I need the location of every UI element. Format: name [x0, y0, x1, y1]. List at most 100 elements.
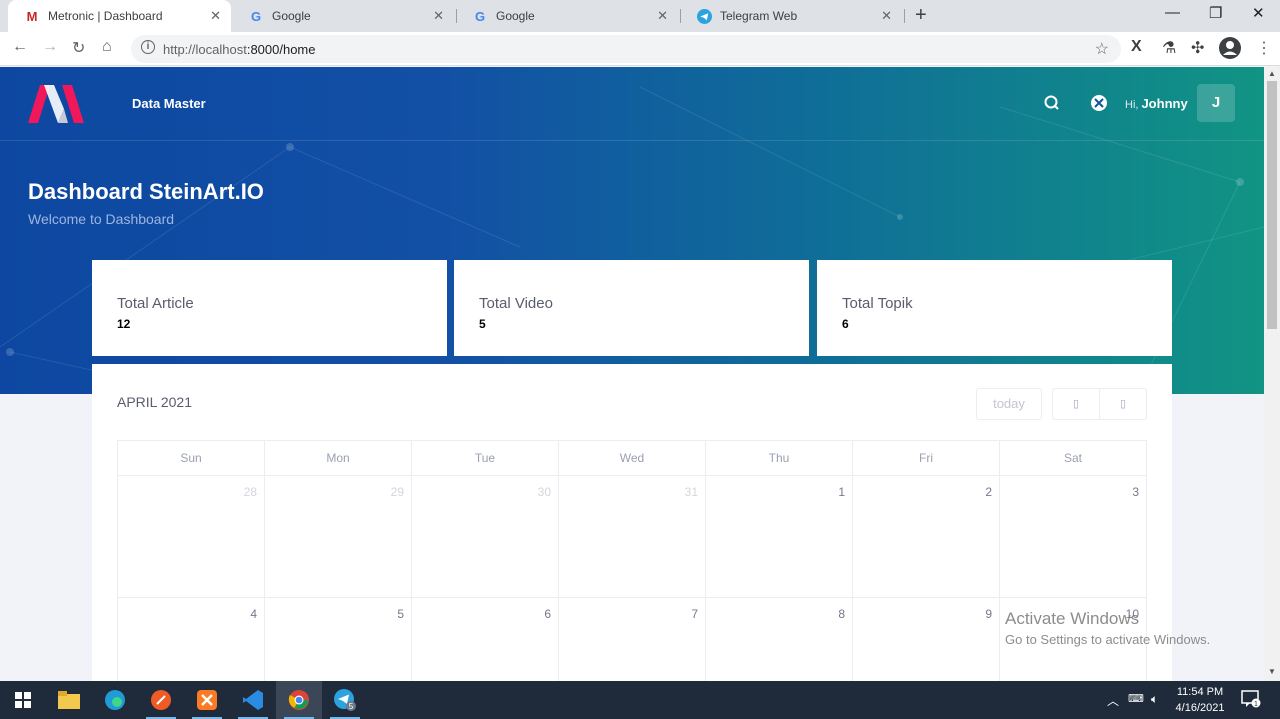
close-tab-icon[interactable]: ✕ [210, 8, 221, 24]
extension-x-icon[interactable]: X [1131, 38, 1142, 56]
page-subtitle: Welcome to Dashboard [28, 211, 175, 227]
calendar-day-cell[interactable]: 8 [705, 598, 852, 681]
close-tab-icon[interactable]: ✕ [657, 8, 668, 24]
activate-windows-watermark: Activate Windows Go to Settings to activ… [1005, 609, 1210, 647]
home-icon[interactable]: ⌂ [102, 38, 112, 56]
calendar-day-cell[interactable]: 31 [558, 476, 705, 597]
windows-taskbar: 5 ︿ ⌨ 🔈︎ 11:54 PM 4/16/2021 1 [0, 681, 1280, 719]
profile-avatar-icon[interactable] [1219, 37, 1241, 59]
browser-toolbar: ← → ↻ ⌂ i http://localhost:8000/home ☆ X… [0, 32, 1280, 66]
user-greeting[interactable]: Hi, Johnny [1125, 96, 1188, 111]
stat-card-total-article: Total Article 12 [92, 260, 447, 356]
volume-muted-icon[interactable]: 🔈︎ [1151, 692, 1158, 707]
tab-title: Telegram Web [720, 9, 798, 23]
calendar-day-cell[interactable]: 6 [411, 598, 558, 681]
metronic-logo-icon[interactable] [28, 85, 84, 125]
page-scrollbar[interactable]: ▲ ▼ [1264, 67, 1280, 681]
back-arrow-icon[interactable]: ← [12, 38, 28, 56]
scroll-down-arrow-icon[interactable]: ▼ [1268, 667, 1276, 676]
day-number: 28 [243, 485, 257, 499]
close-tab-icon[interactable]: ✕ [881, 8, 892, 24]
tab-google-1[interactable]: G Google ✕ [232, 0, 454, 32]
next-month-button[interactable]: ▯ [1099, 388, 1147, 420]
new-tab-plus-icon[interactable]: + [915, 4, 927, 27]
quick-actions-icon[interactable] [1090, 94, 1108, 112]
clock-time: 11:54 PM [1176, 686, 1224, 698]
scroll-up-arrow-icon[interactable]: ▲ [1268, 69, 1276, 78]
calendar-week-row: 4 5 6 7 8 9 10 [117, 598, 1147, 681]
taskbar-chrome[interactable] [276, 681, 322, 719]
extensions-puzzle-icon[interactable]: ✣ [1191, 38, 1204, 58]
close-window-icon[interactable]: ✕ [1252, 4, 1265, 22]
chrome-icon [288, 690, 309, 710]
calendar-day-cell[interactable]: 9 [852, 598, 999, 681]
reload-icon[interactable]: ↻ [72, 38, 85, 58]
stat-label: Total Article [117, 295, 194, 312]
network-icon[interactable]: ⌨ [1128, 692, 1144, 705]
page-title: Dashboard SteinArt.IO [28, 179, 264, 204]
metronic-favicon-icon: M [26, 8, 38, 24]
tab-telegram-web[interactable]: Telegram Web ✕ [680, 0, 902, 32]
watermark-subtitle: Go to Settings to activate Windows. [1005, 632, 1211, 647]
url-text[interactable]: http://localhost:8000/home [163, 42, 316, 57]
browser-menu-icon[interactable]: ⋮ [1256, 38, 1272, 58]
day-number: 5 [397, 607, 404, 621]
day-number: 31 [684, 485, 698, 499]
taskbar-edge[interactable] [92, 681, 138, 719]
calendar-grid: Sun Mon Tue Wed Thu Fri Sat 28 29 30 31 … [117, 440, 1147, 681]
stat-card-total-video: Total Video 5 [454, 260, 809, 356]
weekday-header: Sat [999, 441, 1147, 475]
scrollbar-thumb[interactable] [1267, 81, 1277, 329]
restore-icon[interactable]: ❐ [1209, 4, 1222, 22]
calendar-day-cell[interactable]: 30 [411, 476, 558, 597]
day-number: 7 [691, 607, 698, 621]
calendar-day-cell[interactable]: 5 [264, 598, 411, 681]
menu-data-master[interactable]: Data Master [132, 96, 206, 111]
calendar-day-cell[interactable]: 7 [558, 598, 705, 681]
header-divider [0, 140, 1264, 141]
close-tab-icon[interactable]: ✕ [433, 8, 444, 24]
folder-icon [58, 691, 80, 709]
minimize-icon[interactable]: — [1165, 4, 1180, 21]
postman-icon [151, 690, 171, 710]
edge-icon [105, 690, 125, 710]
site-info-icon[interactable]: i [141, 40, 155, 54]
stat-card-total-topik: Total Topik 6 [817, 260, 1172, 356]
taskbar-xampp[interactable] [184, 681, 230, 719]
taskbar-file-explorer[interactable] [46, 681, 92, 719]
today-button[interactable]: today [976, 388, 1042, 420]
calendar-day-cell[interactable]: 1 [705, 476, 852, 597]
extension-lab-icon[interactable]: ⚗ [1162, 38, 1176, 58]
tab-google-2[interactable]: G Google ✕ [456, 0, 678, 32]
address-bar[interactable]: i http://localhost:8000/home ☆ [131, 35, 1121, 63]
system-clock[interactable]: 11:54 PM 4/16/2021 [1172, 684, 1228, 716]
tab-metronic-dashboard[interactable]: M Metronic | Dashboard ✕ [8, 0, 231, 32]
user-avatar[interactable]: J [1197, 84, 1235, 122]
bookmark-star-icon[interactable]: ☆ [1095, 39, 1109, 59]
start-button[interactable] [0, 681, 46, 719]
calendar-day-cell[interactable]: 29 [264, 476, 411, 597]
forward-arrow-icon[interactable]: → [42, 38, 58, 56]
calendar-day-cell[interactable]: 3 [999, 476, 1147, 597]
calendar-day-cell[interactable]: 4 [117, 598, 264, 681]
telegram-unread-badge: 5 [349, 702, 354, 711]
weekday-header: Thu [705, 441, 852, 475]
dashboard-page: Data Master Hi, Johnny J Dashboard SteinA… [0, 67, 1264, 681]
taskbar-telegram[interactable]: 5 [322, 681, 368, 719]
windows-logo-icon [15, 692, 31, 708]
day-number: 6 [544, 607, 551, 621]
calendar-day-cell[interactable]: 2 [852, 476, 999, 597]
tab-divider [904, 9, 905, 23]
notification-center-icon[interactable]: 1 [1241, 690, 1261, 711]
taskbar-postman[interactable] [138, 681, 184, 719]
day-number: 4 [250, 607, 257, 621]
calendar-day-cell[interactable]: 28 [117, 476, 264, 597]
tray-overflow-chevron-icon[interactable]: ︿ [1107, 692, 1119, 709]
tab-title: Google [272, 9, 311, 23]
day-number: 8 [838, 607, 845, 621]
search-icon[interactable] [1043, 94, 1061, 112]
previous-month-button[interactable]: ▯ [1052, 388, 1100, 420]
day-number: 9 [985, 607, 992, 621]
taskbar-vscode[interactable] [230, 681, 276, 719]
weekday-header: Sun [117, 441, 264, 475]
